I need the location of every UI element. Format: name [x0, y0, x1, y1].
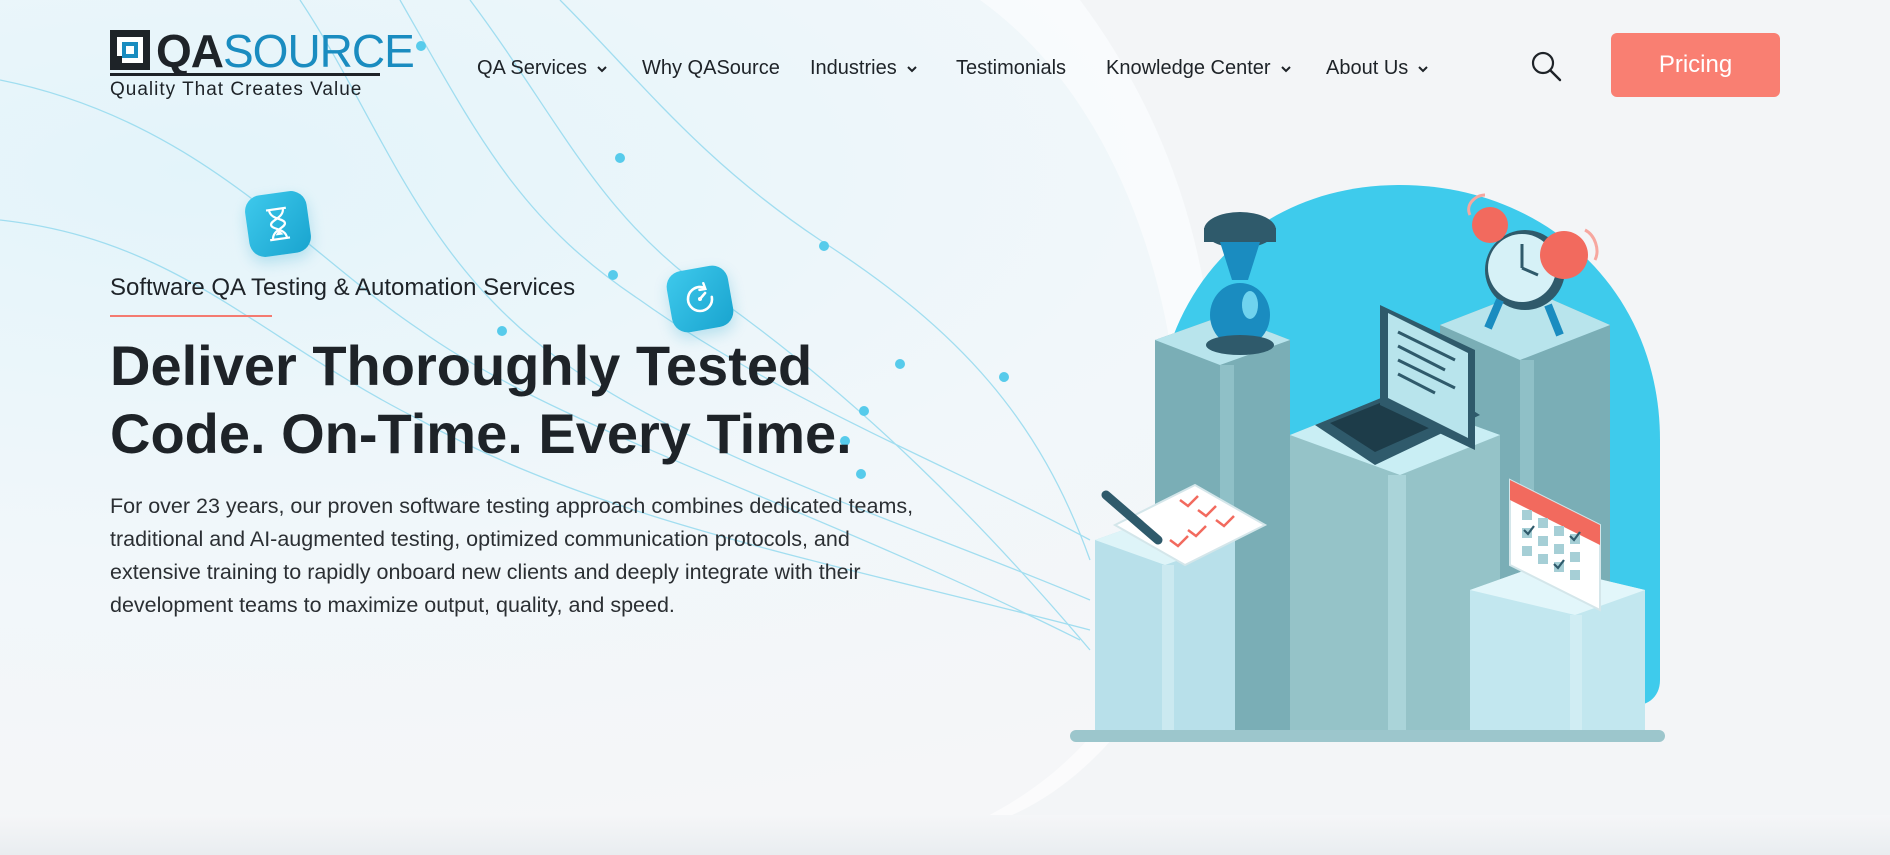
nav-label: Knowledge Center [1106, 57, 1271, 79]
bottom-fade [0, 815, 1890, 855]
logo-rule [110, 73, 380, 76]
hourglass-icon [265, 206, 291, 242]
timer-icon [686, 281, 714, 313]
nav-item-testimonials[interactable]: Testimonials [956, 57, 1066, 80]
logo-wordmark: QASOURCE [156, 25, 415, 77]
qasource-logo[interactable]: QASOURCE Quality That Creates Value [110, 26, 415, 100]
nav-item-qa-services[interactable]: QA Services [477, 57, 608, 80]
headline-line-2: Code. On-Time. Every Time. [110, 402, 852, 465]
eyebrow-underline [110, 315, 272, 317]
timer-badge [664, 263, 736, 335]
hero-headline: Deliver Thoroughly Tested Code. On-Time.… [110, 332, 910, 468]
hero-eyebrow: Software QA Testing & Automation Service… [110, 274, 576, 301]
nav-item-industries[interactable]: Industries [810, 57, 918, 80]
nav-label: QA Services [477, 57, 588, 79]
logo-mark-icon [110, 30, 150, 70]
hero-illustration [1070, 185, 1665, 742]
hourglass-badge [242, 188, 314, 260]
search-icon[interactable] [1530, 50, 1562, 82]
nav-label: Why QASource [642, 57, 780, 79]
logo-word-qa: QA [156, 25, 224, 77]
headline-line-1: Deliver Thoroughly Tested [110, 334, 813, 397]
nav-item-why-qasource[interactable]: Why QASource [642, 57, 780, 80]
nav-label: Industries [810, 57, 897, 79]
logo-word-source: SOURCE [223, 25, 415, 77]
logo-tagline: Quality That Creates Value [110, 79, 363, 100]
nav-label: Testimonials [956, 57, 1067, 79]
chevron-down-icon [1280, 65, 1291, 72]
nav-item-about-us[interactable]: About Us [1326, 57, 1429, 80]
pricing-button[interactable]: Pricing [1611, 33, 1780, 97]
hero-description: For over 23 years, our proven software t… [110, 494, 914, 617]
chevron-down-icon [907, 65, 917, 72]
nav-item-knowledge-center[interactable]: Knowledge Center [1106, 57, 1292, 80]
nav-label: About Us [1326, 57, 1409, 79]
chevron-down-icon [1418, 65, 1428, 72]
chevron-down-icon [597, 65, 607, 72]
